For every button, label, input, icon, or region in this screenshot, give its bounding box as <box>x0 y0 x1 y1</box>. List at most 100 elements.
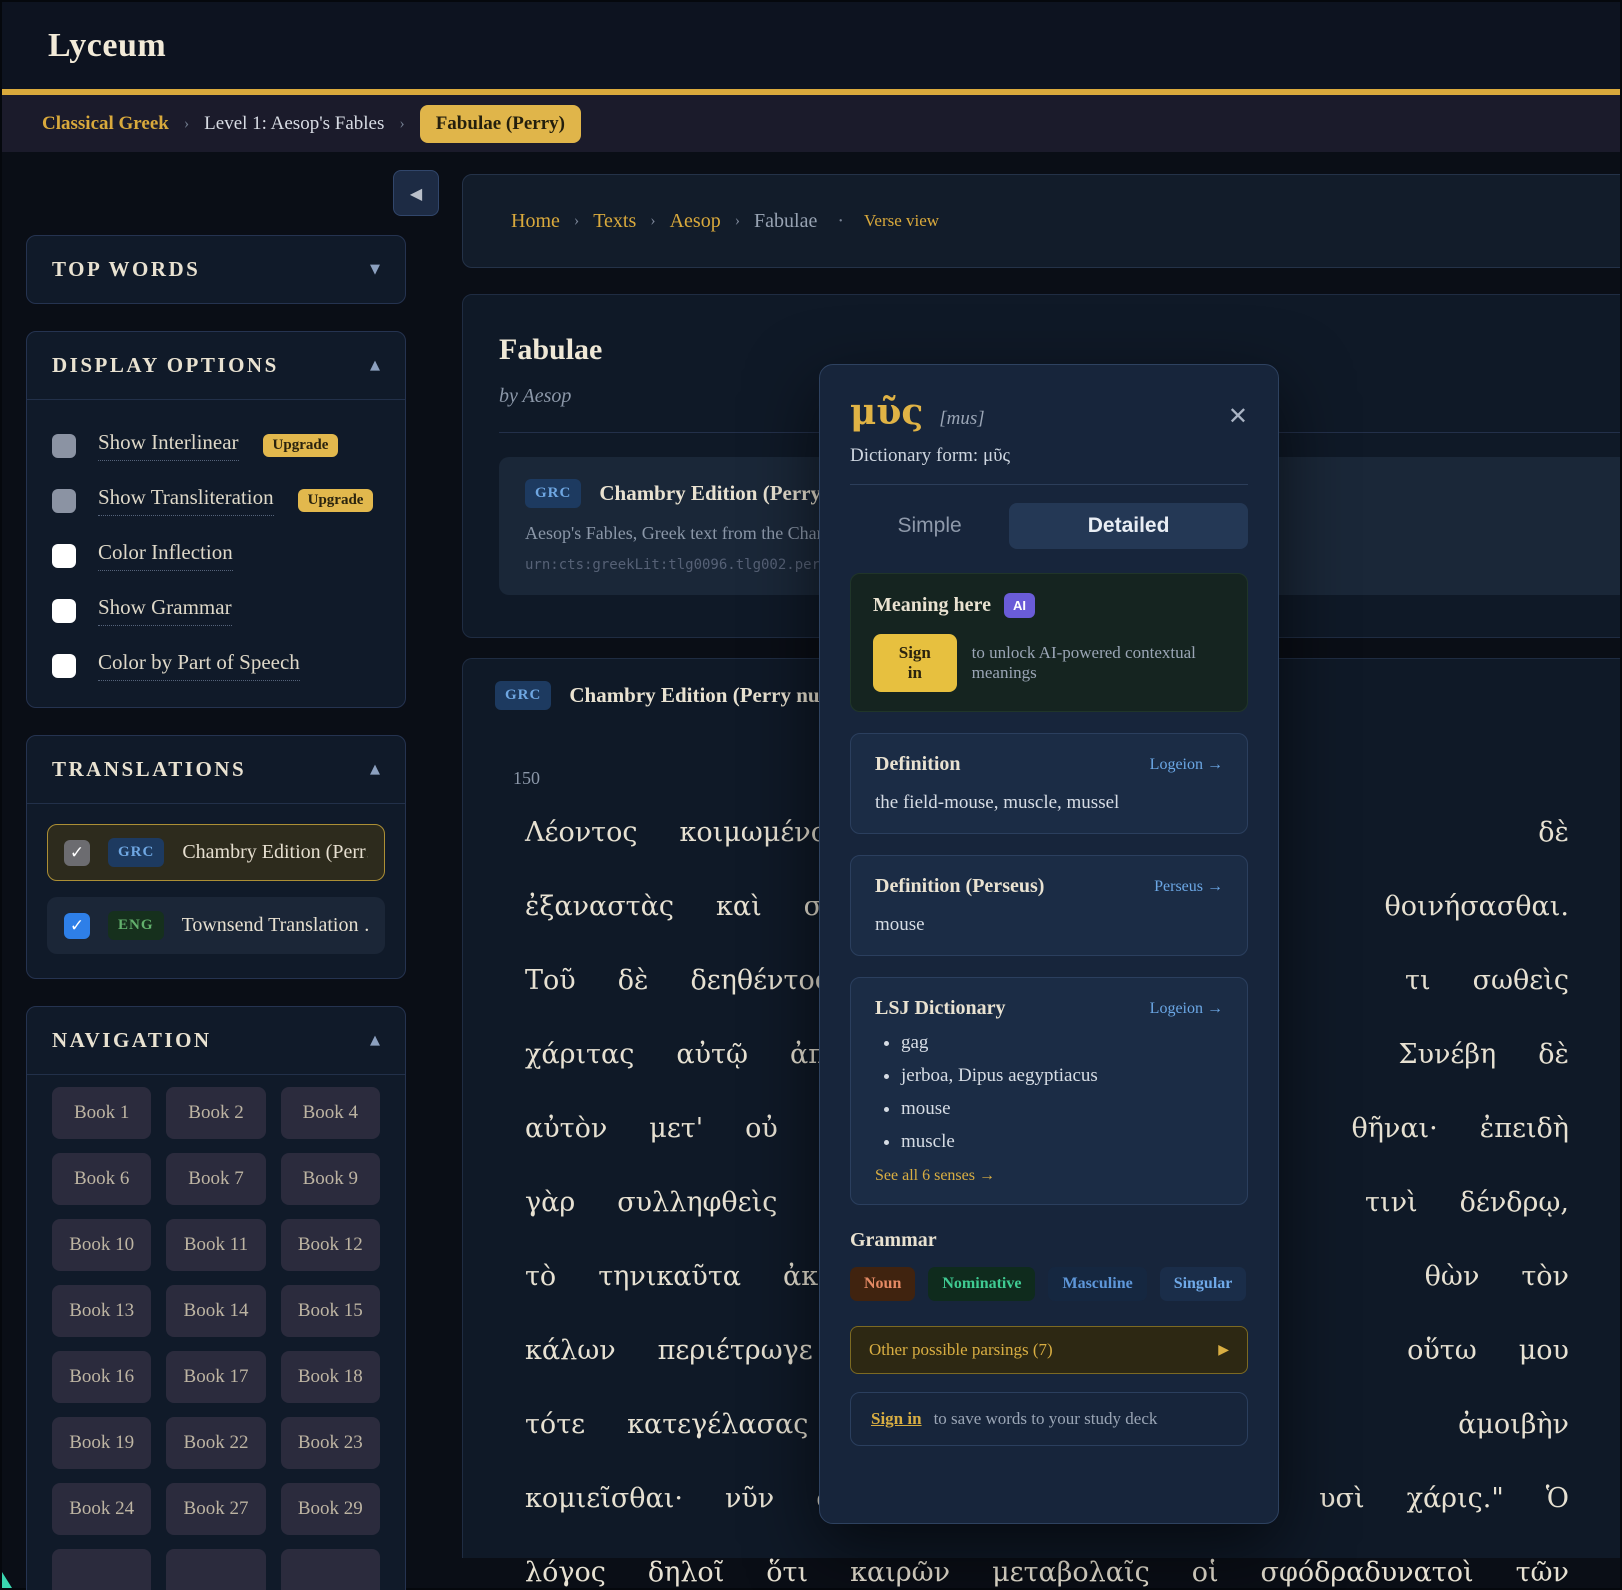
greek-word[interactable]: αὐτῷ <box>676 1039 748 1070</box>
greek-word[interactable]: ὅτι <box>766 1557 808 1588</box>
tab-simple[interactable]: Simple <box>850 514 1009 538</box>
greek-word[interactable]: δένδρῳ, <box>1460 1187 1569 1218</box>
breadcrumb-link[interactable]: Home <box>511 210 560 233</box>
greek-word[interactable]: τὸν <box>1521 1261 1569 1292</box>
book-button-clipped[interactable] <box>166 1549 265 1590</box>
greek-word[interactable]: σφόδρα <box>1261 1557 1365 1588</box>
sign-in-link[interactable]: Sign in <box>871 1409 922 1429</box>
perseus-link[interactable]: Perseus → <box>1154 878 1223 896</box>
greek-word[interactable]: ἐπειδὴ <box>1480 1113 1569 1144</box>
book-button[interactable]: Book 12 <box>281 1219 380 1271</box>
logeion-link[interactable]: Logeion → <box>1150 1000 1223 1018</box>
greek-word[interactable]: θῆναι· <box>1351 1113 1437 1144</box>
book-button[interactable]: Book 13 <box>52 1285 151 1337</box>
book-button[interactable]: Book 29 <box>281 1483 380 1535</box>
book-button[interactable]: Book 4 <box>281 1087 380 1139</box>
book-button[interactable]: Book 27 <box>166 1483 265 1535</box>
book-button[interactable]: Book 1 <box>52 1087 151 1139</box>
greek-word[interactable]: κάλων <box>525 1335 616 1366</box>
greek-word[interactable]: δὲ <box>618 965 649 996</box>
book-button[interactable]: Book 19 <box>52 1417 151 1469</box>
greek-word[interactable]: δυνατοὶ <box>1364 1557 1473 1588</box>
greek-word[interactable]: οἱ <box>1192 1557 1219 1588</box>
breadcrumb-link[interactable]: Aesop <box>670 210 721 233</box>
breadcrumb-link[interactable]: Texts <box>593 210 636 233</box>
greek-word[interactable]: Λέοντος <box>525 817 637 848</box>
book-button[interactable]: Book 22 <box>166 1417 265 1469</box>
greek-word[interactable]: τὸ <box>525 1261 556 1292</box>
greek-word[interactable]: τι <box>1405 965 1431 996</box>
breadcrumb-course-link[interactable]: Classical Greek <box>42 113 169 135</box>
greek-word[interactable]: κατεγέλασας <box>627 1409 808 1440</box>
greek-word[interactable]: τότε <box>525 1409 585 1440</box>
book-button[interactable]: Book 15 <box>281 1285 380 1337</box>
book-button[interactable]: Book 10 <box>52 1219 151 1271</box>
greek-word[interactable]: καιρῶν <box>850 1557 950 1588</box>
greek-word[interactable]: οὐ <box>745 1113 778 1144</box>
greek-word[interactable]: θὼν <box>1425 1261 1480 1292</box>
greek-word[interactable]: θοινήσασθαι. <box>1385 891 1569 922</box>
checkbox[interactable] <box>52 544 76 568</box>
close-icon[interactable]: ✕ <box>1228 404 1248 428</box>
checkbox[interactable] <box>52 434 76 458</box>
book-button[interactable]: Book 16 <box>52 1351 151 1403</box>
greek-word[interactable]: συλληφθεὶς <box>617 1187 777 1218</box>
book-button[interactable]: Book 14 <box>166 1285 265 1337</box>
greek-word[interactable]: δεηθέντος <box>690 965 829 996</box>
other-parsings-button[interactable]: Other possible parsings (7) ▶ <box>850 1326 1248 1374</box>
greek-word[interactable]: δηλοῖ <box>648 1557 724 1588</box>
greek-word[interactable]: δὲ <box>1538 1039 1569 1070</box>
greek-word[interactable]: μεταβολαῖς <box>992 1557 1150 1588</box>
upgrade-badge[interactable]: Upgrade <box>263 434 339 457</box>
see-all-senses-link[interactable]: See all 6 senses → <box>875 1167 995 1185</box>
greek-word[interactable]: κομιεῖσθαι· <box>525 1483 683 1514</box>
greek-word[interactable]: δὲ <box>1538 817 1569 848</box>
panel-translations-header[interactable]: TRANSLATIONS ▲ <box>27 736 405 803</box>
breadcrumb-active-badge[interactable]: Fabulae (Perry) <box>420 105 581 143</box>
checkbox-checked[interactable]: ✓ <box>64 913 90 939</box>
upgrade-badge[interactable]: Upgrade <box>298 489 374 512</box>
verse-view-toggle[interactable]: Verse view <box>864 211 939 231</box>
translation-item[interactable]: ✓ENGTownsend Translation … <box>47 897 385 954</box>
greek-word[interactable]: τῶν <box>1516 1557 1569 1588</box>
logeion-link[interactable]: Logeion → <box>1150 756 1223 774</box>
greek-word[interactable]: Συνέβη <box>1399 1039 1497 1070</box>
greek-word[interactable]: τηνικαῦτα <box>598 1261 741 1292</box>
book-button[interactable]: Book 6 <box>52 1153 151 1205</box>
sign-in-button[interactable]: Sign in <box>873 634 957 692</box>
book-button[interactable]: Book 17 <box>166 1351 265 1403</box>
checkbox[interactable] <box>52 489 76 513</box>
greek-word[interactable]: περιέτρωγε <box>658 1335 813 1366</box>
greek-word[interactable]: ἀμοιβὴν <box>1458 1409 1569 1440</box>
sidebar-collapse-button[interactable]: ◀ <box>393 170 439 216</box>
book-button[interactable]: Book 18 <box>281 1351 380 1403</box>
checkbox[interactable] <box>52 654 76 678</box>
translation-item[interactable]: ✓GRCChambry Edition (Perr… <box>47 824 385 881</box>
book-button-clipped[interactable] <box>281 1549 380 1590</box>
panel-top-words-header[interactable]: TOP WORDS ▼ <box>27 236 405 303</box>
greek-word[interactable]: καὶ <box>716 891 762 922</box>
greek-word[interactable]: σωθεὶς <box>1473 965 1569 996</box>
breadcrumb-level-link[interactable]: Level 1: Aesop's Fables <box>204 113 384 135</box>
book-button[interactable]: Book 11 <box>166 1219 265 1271</box>
tab-detailed[interactable]: Detailed <box>1009 503 1248 549</box>
greek-word[interactable]: μετ' <box>649 1113 703 1144</box>
book-button[interactable]: Book 9 <box>281 1153 380 1205</box>
greek-word[interactable]: χάρις." <box>1407 1483 1504 1514</box>
panel-navigation-header[interactable]: NAVIGATION ▲ <box>27 1007 405 1074</box>
greek-word[interactable]: ἐξαναστὰς <box>525 891 674 922</box>
greek-word[interactable]: τινὶ <box>1365 1187 1418 1218</box>
greek-word[interactable]: οὕτω <box>1407 1335 1477 1366</box>
greek-word[interactable]: Ὁ <box>1546 1483 1569 1514</box>
checkbox[interactable] <box>52 599 76 623</box>
book-button[interactable]: Book 7 <box>166 1153 265 1205</box>
greek-word[interactable]: γὰρ <box>525 1187 575 1218</box>
greek-word[interactable]: Τοῦ <box>525 965 576 996</box>
book-button[interactable]: Book 23 <box>281 1417 380 1469</box>
checkbox-checked[interactable]: ✓ <box>64 840 90 866</box>
greek-word[interactable]: μου <box>1519 1335 1569 1366</box>
greek-word[interactable]: χάριτας <box>525 1039 634 1070</box>
book-button[interactable]: Book 2 <box>166 1087 265 1139</box>
greek-word[interactable]: αὐτὸν <box>525 1113 607 1144</box>
greek-word[interactable]: λόγος <box>525 1557 606 1588</box>
